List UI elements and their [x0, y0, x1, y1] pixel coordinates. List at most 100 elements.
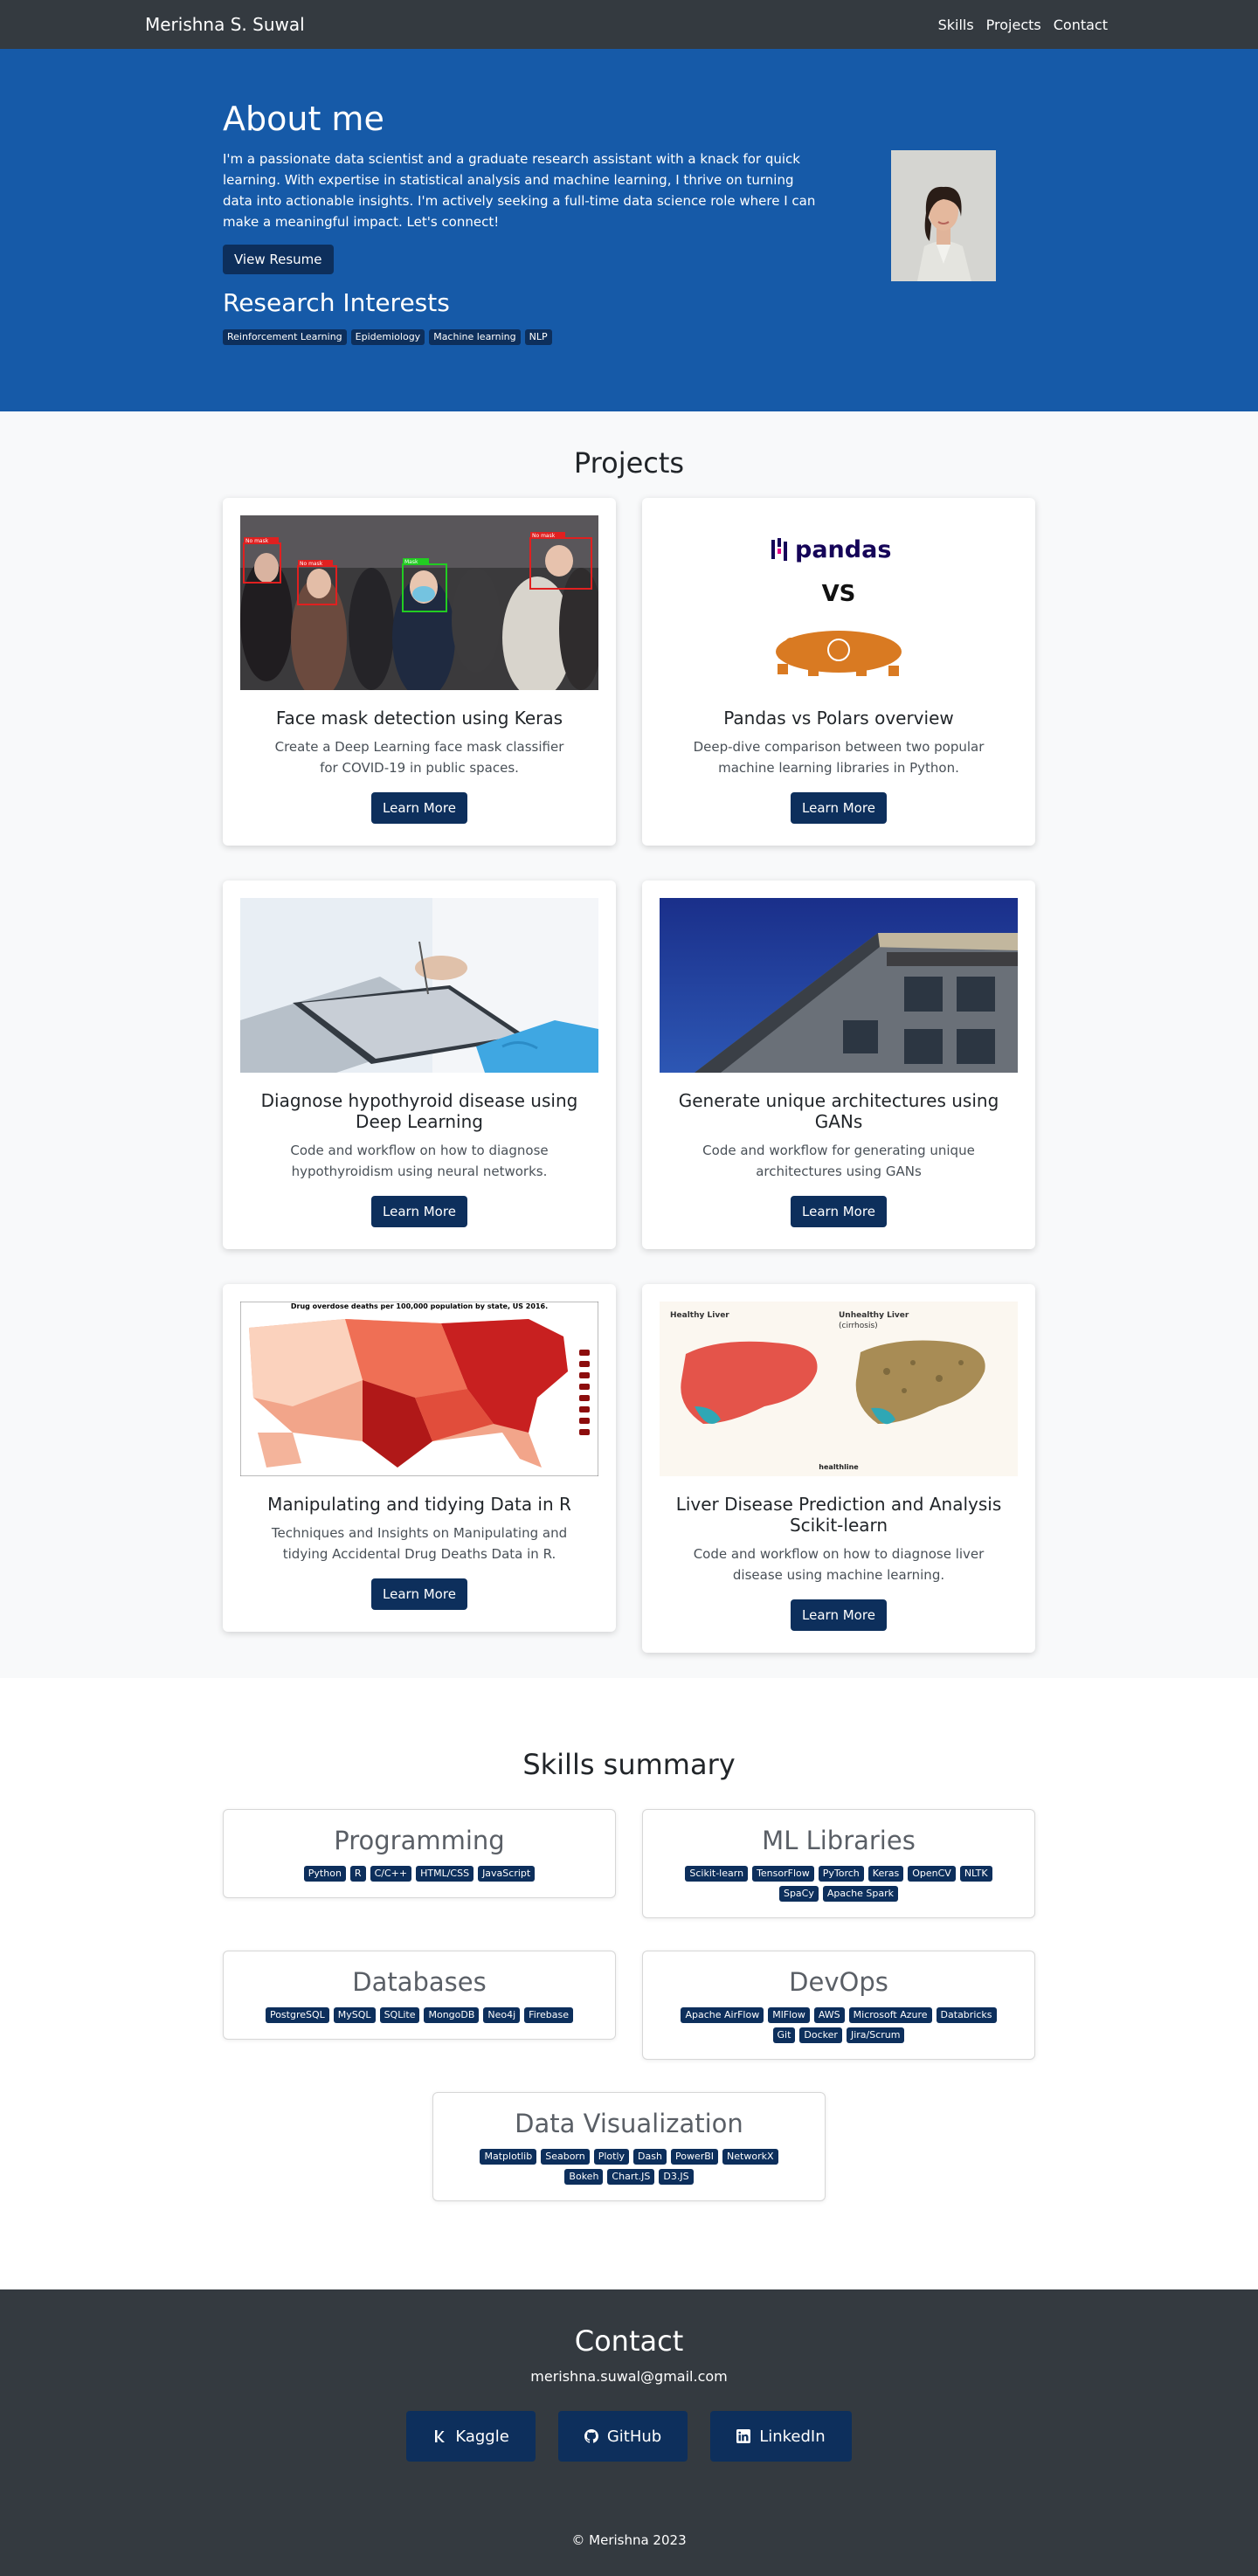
about-title: About me	[223, 100, 384, 138]
skill-badge: PowerBI	[670, 2149, 719, 2165]
nav-link-contact[interactable]: Contact	[1054, 17, 1108, 33]
skill-badge: SQLite	[379, 2007, 420, 2024]
project-card-liver: Healthy Liver Unhealthy Liver (cirrhosis…	[642, 1284, 1035, 1653]
skill-badge: NetworkX	[722, 2149, 778, 2165]
contact-email[interactable]: merishna.suwal@gmail.com	[0, 2368, 1258, 2385]
skill-badges: Python R C/C++ HTML/CSS JavaScript	[224, 1866, 615, 1882]
project-card-hypothyroid: Diagnose hypothyroid disease using Deep …	[223, 881, 616, 1249]
healthy-liver-label: Healthy Liver	[670, 1311, 729, 1320]
projects-title: Projects	[573, 446, 685, 480]
project-image-face-mask: No mask No mask Mask No mask	[240, 515, 598, 690]
project-description: Code and workflow on how to diagnose liv…	[693, 1546, 985, 1583]
project-title: Liver Disease Prediction and Analysis Sc…	[675, 1494, 1002, 1536]
skill-badge: Docker	[799, 2027, 842, 2044]
contact-section: Contact merishna.suwal@gmail.com Kaggle …	[0, 2289, 1258, 2576]
nav-link-skills[interactable]: Skills	[938, 17, 974, 33]
skill-badge: AWS	[813, 2007, 845, 2024]
kaggle-button[interactable]: Kaggle	[406, 2411, 536, 2462]
skill-badge: Databricks	[936, 2007, 997, 2024]
skill-badge: D3.JS	[659, 2169, 694, 2186]
project-card-gans: Generate unique architectures using GANs…	[642, 881, 1035, 1249]
healthline-label: healthline	[819, 1463, 859, 1471]
interest-badge: NLP	[524, 328, 552, 345]
learn-more-button[interactable]: Learn More	[371, 1196, 467, 1227]
skill-badge: MlFlow	[768, 2007, 810, 2024]
skill-badge: Plotly	[593, 2149, 630, 2165]
project-image-drug-deaths: Drug overdose deaths per 100,000 populat…	[240, 1302, 598, 1476]
skill-badge: PyTorch	[818, 1866, 864, 1882]
skill-badge: Python	[303, 1866, 346, 1882]
project-title: Diagnose hypothyroid disease using Deep …	[260, 1090, 578, 1132]
learn-more-button[interactable]: Learn More	[791, 1196, 887, 1227]
face-mask-label: No mask	[300, 561, 323, 567]
skill-card-ml-libraries: ML Libraries Scikit-learn TensorFlow PyT…	[642, 1809, 1035, 1919]
skill-badge: Microsoft Azure	[848, 2007, 932, 2024]
research-interests-badges: Reinforcement Learning Epidemiology Mach…	[223, 328, 826, 345]
about-content: About me I'm a passionate data scientist…	[223, 100, 826, 345]
skill-badge: HTML/CSS	[416, 1866, 474, 1882]
project-title: Pandas vs Polars overview	[723, 708, 954, 729]
navbar: Merishna S. Suwal Skills Projects Contac…	[0, 0, 1258, 49]
skill-card-data-visualization: Data Visualization Matplotlib Seaborn Pl…	[432, 2092, 826, 2202]
skill-badges: PostgreSQL MySQL SQLite MongoDB Neo4j Fi…	[224, 2007, 615, 2024]
view-resume-button[interactable]: View Resume	[223, 244, 334, 274]
skill-badge: Apache Spark	[822, 1886, 899, 1903]
pandas-logo-text: pandas	[795, 536, 891, 563]
skill-badge: SpaCy	[778, 1886, 819, 1903]
project-image-hypothyroid	[240, 898, 598, 1073]
skills-title: Skills summary	[522, 1748, 736, 1781]
contact-title: Contact	[574, 2324, 684, 2358]
project-card-pandas-polars: pandas VS Pandas vs Polars overview Deep…	[642, 498, 1035, 846]
learn-more-button[interactable]: Learn More	[371, 792, 467, 824]
github-button[interactable]: GitHub	[557, 2411, 688, 2462]
skill-badge: C/C++	[370, 1866, 412, 1882]
skills-section: Skills summary Programming Python R C/C+…	[0, 1678, 1258, 2289]
skill-group-title: Databases	[352, 1967, 487, 1997]
face-mask-label: No mask	[245, 538, 269, 544]
skill-badge: Bokeh	[564, 2169, 604, 2186]
skill-badge: Scikit-learn	[685, 1866, 749, 1882]
skill-badge: NLTK	[959, 1866, 992, 1882]
research-interests-title: Research Interests	[223, 287, 450, 317]
learn-more-button[interactable]: Learn More	[791, 792, 887, 824]
profile-photo	[891, 150, 996, 281]
nav-link-projects[interactable]: Projects	[986, 17, 1041, 33]
skill-badge: PostgreSQL	[265, 2007, 329, 2024]
face-mask-label: No mask	[532, 533, 556, 539]
skill-badge: OpenCV	[908, 1866, 956, 1882]
skill-badge: Chart.JS	[607, 2169, 655, 2186]
skill-group-title: Programming	[334, 1826, 505, 1855]
skill-badge: TensorFlow	[752, 1866, 814, 1882]
about-section: About me I'm a passionate data scientist…	[0, 49, 1258, 411]
learn-more-button[interactable]: Learn More	[791, 1599, 887, 1631]
nav-links: Skills Projects Contact	[938, 17, 1108, 33]
project-description: Deep-dive comparison between two popular…	[693, 739, 985, 776]
project-description: Techniques and Insights on Manipulating …	[271, 1525, 568, 1562]
learn-more-button[interactable]: Learn More	[371, 1578, 467, 1610]
map-title: Drug overdose deaths per 100,000 populat…	[291, 1302, 548, 1310]
skill-badge: MongoDB	[424, 2007, 480, 2024]
skill-group-title: ML Libraries	[762, 1826, 916, 1855]
skill-badge: Keras	[867, 1866, 904, 1882]
skill-badges: Matplotlib Seaborn Plotly Dash PowerBI N…	[433, 2149, 825, 2186]
project-image-liver: Healthy Liver Unhealthy Liver (cirrhosis…	[660, 1302, 1018, 1476]
project-image-pandas-polars: pandas VS	[660, 515, 1018, 690]
skill-badge: JavaScript	[478, 1866, 536, 1882]
project-description: Create a Deep Learning face mask classif…	[274, 739, 564, 776]
about-bio: I'm a passionate data scientist and a gr…	[223, 150, 816, 230]
skill-badge: Matplotlib	[480, 2149, 537, 2165]
skill-badge: Git	[772, 2027, 796, 2044]
linkedin-icon	[736, 2429, 751, 2443]
project-description: Code and workflow for generating unique …	[702, 1143, 975, 1179]
interest-badge: Reinforcement Learning	[223, 328, 347, 345]
brand-name[interactable]: Merishna S. Suwal	[145, 14, 305, 35]
project-image-gans	[660, 898, 1018, 1073]
kaggle-icon	[435, 2430, 446, 2442]
skill-group-title: DevOps	[789, 1967, 888, 1997]
skill-badge: R	[349, 1866, 366, 1882]
skill-card-programming: Programming Python R C/C++ HTML/CSS Java…	[223, 1809, 616, 1899]
linkedin-button[interactable]: LinkedIn	[710, 2411, 852, 2462]
cirrhosis-label: (cirrhosis)	[839, 1322, 878, 1330]
skill-badge: Jira/Scrum	[846, 2027, 905, 2044]
vs-text: VS	[822, 581, 856, 607]
